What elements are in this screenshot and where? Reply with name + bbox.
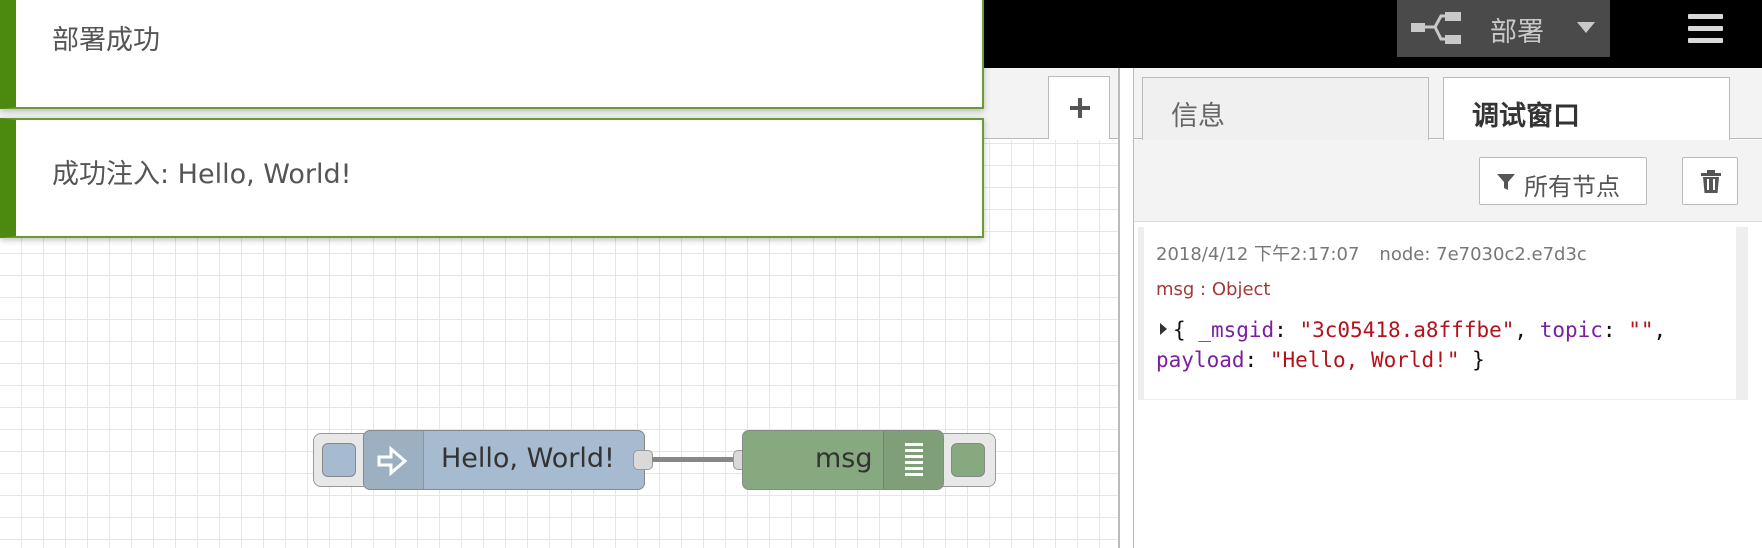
tab-debug[interactable]: 调试窗口	[1443, 77, 1730, 141]
deploy-dropdown-caret-icon[interactable]	[1577, 22, 1595, 33]
obj-value: "Hello, World!"	[1269, 348, 1460, 372]
filter-label: 所有节点	[1524, 173, 1620, 201]
expand-caret-icon[interactable]	[1160, 323, 1167, 335]
hamburger-menu-icon-bar	[1688, 26, 1723, 31]
debug-message: 2018/4/12 下午2:17:07 node: 7e7030c2.e7d3c …	[1138, 227, 1748, 400]
debug-node[interactable]: msg	[742, 430, 944, 490]
debug-toggle-button[interactable]	[951, 443, 985, 477]
deploy-success-notification: 部署成功	[0, 0, 984, 109]
trash-icon	[1701, 170, 1721, 193]
clear-debug-button[interactable]	[1682, 157, 1738, 205]
hamburger-menu-icon-bar	[1688, 38, 1723, 43]
debug-message-type: msg : Object	[1156, 279, 1271, 300]
deploy-icon	[1411, 12, 1461, 44]
main-menu-button[interactable]	[1680, 10, 1730, 48]
inject-success-notification: 成功注入: Hello, World!	[0, 118, 984, 238]
inject-node-label: Hello, World!	[441, 443, 615, 474]
inject-node[interactable]: Hello, World!	[363, 430, 645, 490]
debug-node-label: msg	[815, 443, 873, 474]
debug-messages: 2018/4/12 下午2:17:07 node: 7e7030c2.e7d3c …	[1134, 223, 1762, 548]
obj-value: ""	[1628, 318, 1654, 342]
notification-text: 部署成功	[52, 25, 160, 56]
deploy-label: 部署	[1490, 17, 1544, 48]
tab-info[interactable]: 信息	[1142, 77, 1429, 140]
debug-list-icon	[883, 431, 943, 489]
sidebar-tabs: 信息 调试窗口	[1134, 68, 1762, 141]
debug-message-meta: 2018/4/12 下午2:17:07 node: 7e7030c2.e7d3c	[1156, 240, 1587, 266]
obj-key: _msgid	[1198, 318, 1275, 342]
deploy-button[interactable]: 部署	[1397, 0, 1610, 57]
flow-wire[interactable]	[652, 457, 734, 462]
obj-brace: }	[1472, 348, 1485, 372]
obj-key: topic	[1539, 318, 1603, 342]
sidebar: 信息 调试窗口 所有节点 2018/4/12 下午2:17:07 node: 7e…	[1134, 68, 1762, 548]
inject-output-port[interactable]	[633, 450, 653, 470]
obj-key: payload	[1156, 348, 1245, 372]
inject-icon	[364, 431, 424, 489]
filter-nodes-button[interactable]: 所有节点	[1479, 157, 1647, 205]
obj-brace: {	[1173, 318, 1186, 342]
debug-message-node-link[interactable]: node: 7e7030c2.e7d3c	[1379, 244, 1586, 265]
obj-value: "3c05418.a8fffbe"	[1299, 318, 1515, 342]
debug-message-timestamp: 2018/4/12 下午2:17:07	[1156, 244, 1360, 265]
debug-toolbar: 所有节点	[1134, 140, 1762, 222]
notification-text: 成功注入: Hello, World!	[52, 159, 352, 190]
debug-message-object[interactable]: { _msgid: "3c05418.a8fffbe", topic: "", …	[1156, 315, 1736, 375]
filter-icon	[1497, 174, 1515, 190]
add-flow-tab-button[interactable]	[1048, 76, 1110, 139]
inject-trigger-button[interactable]	[322, 443, 356, 477]
sidebar-splitter[interactable]	[1118, 68, 1134, 548]
hamburger-menu-icon	[1688, 14, 1723, 19]
